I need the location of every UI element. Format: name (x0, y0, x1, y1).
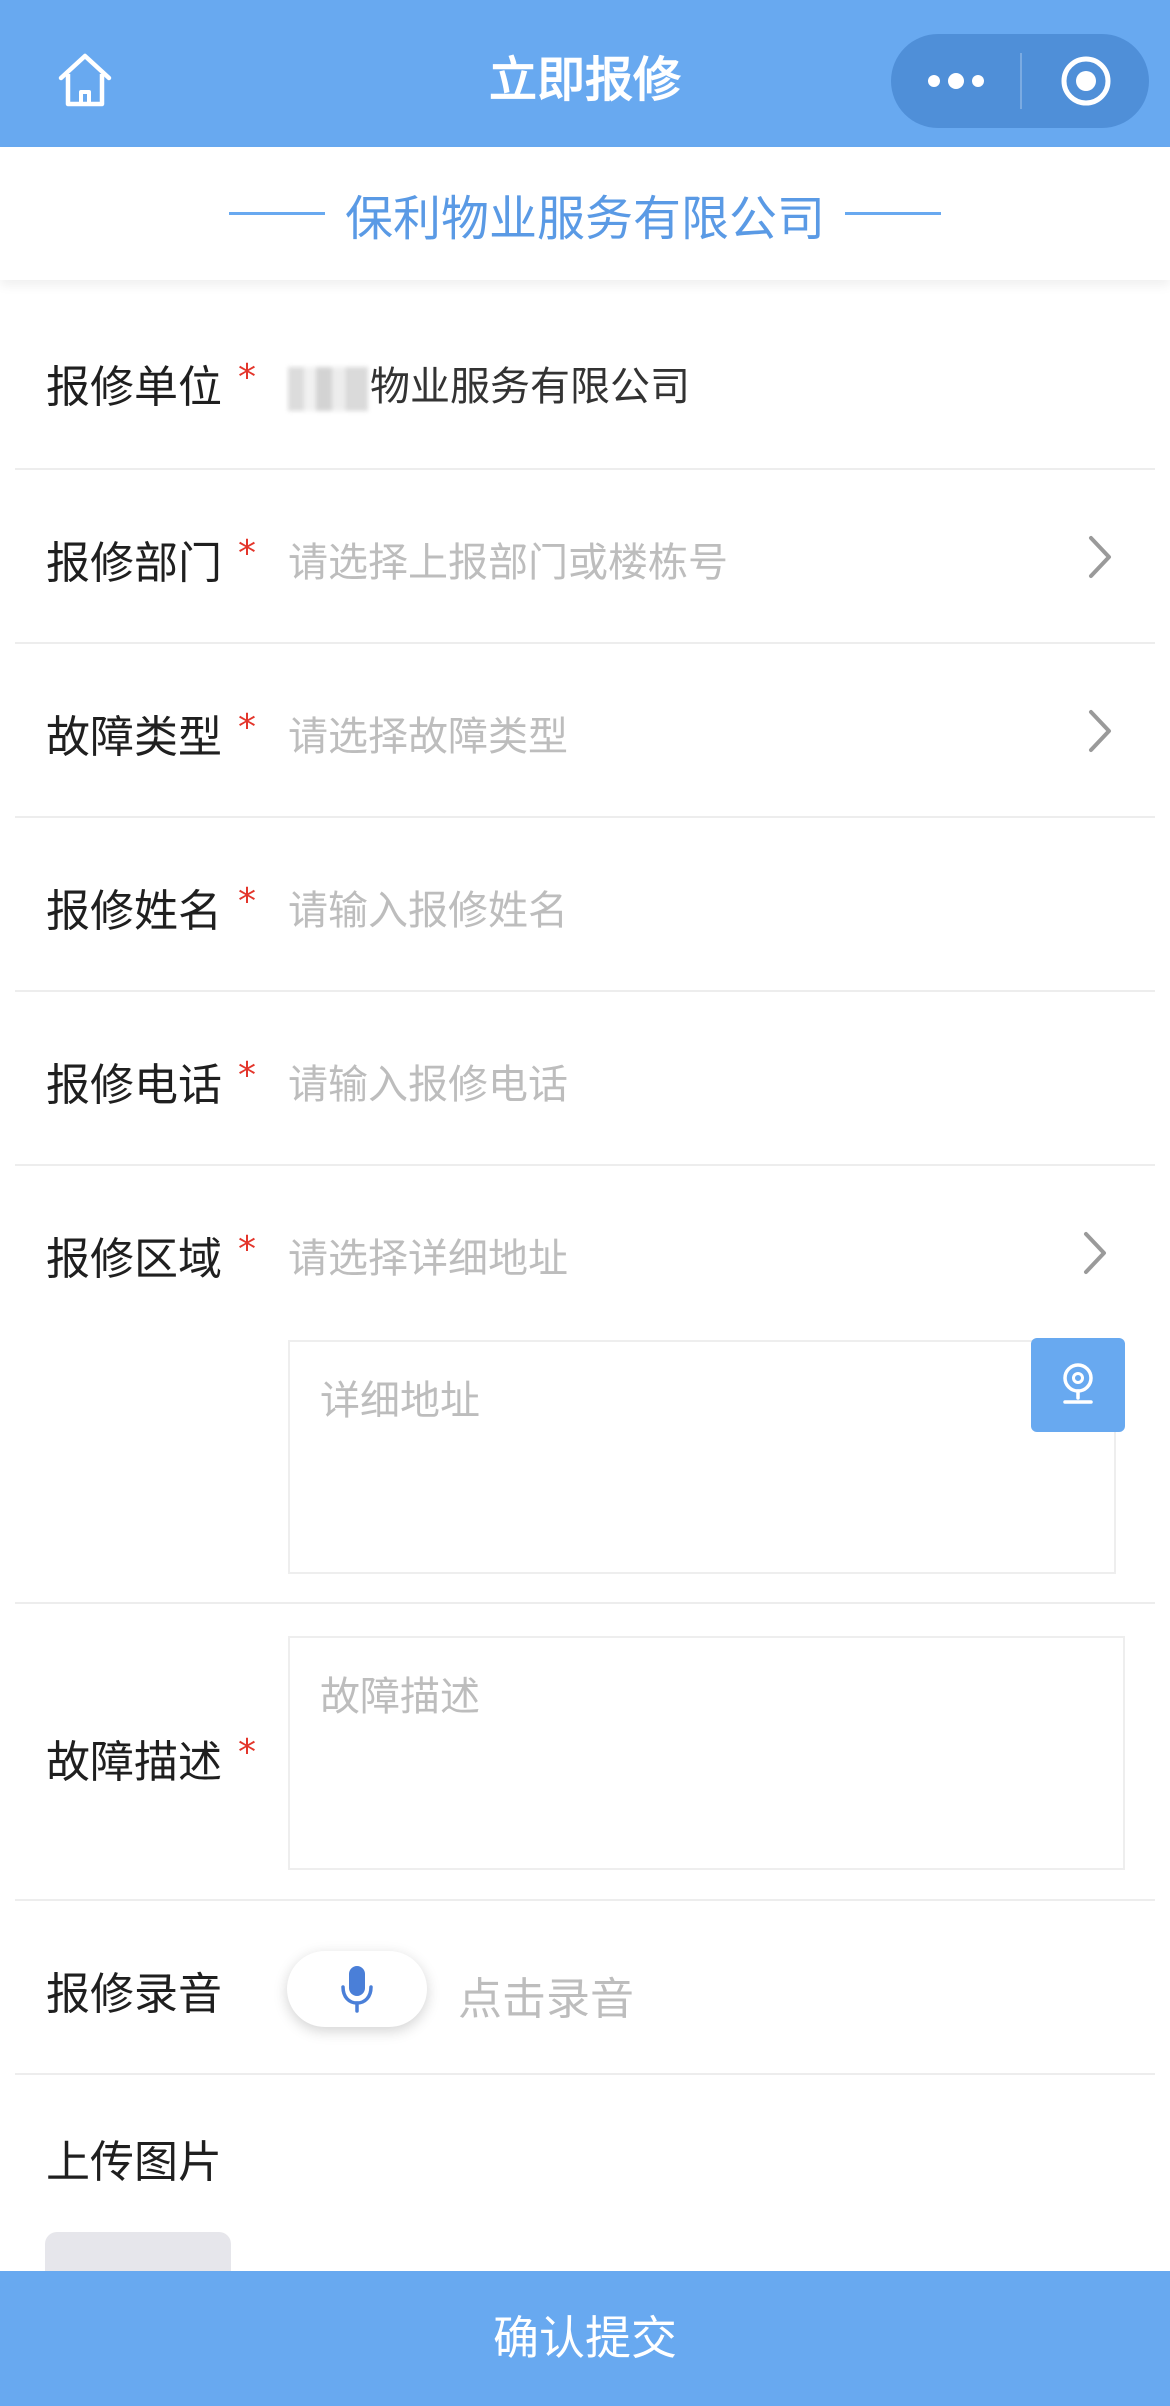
chevron-right-icon[interactable] (1080, 527, 1120, 587)
description-label: 故障描述 (46, 1737, 222, 1788)
required-mark: * (238, 357, 256, 398)
banner-right-line (845, 212, 941, 215)
name-input[interactable]: 请输入报修姓名 (288, 878, 568, 936)
form-row-fault-type[interactable]: 故障类型 * 请选择故障类型 (15, 644, 1155, 818)
unit-label: 报修单位 (46, 362, 222, 413)
phone-label: 报修电话 (46, 1060, 222, 1111)
department-select[interactable]: 请选择上报部门或楼栋号 (288, 530, 728, 588)
mini-program-capsule (891, 34, 1149, 128)
more-button[interactable] (891, 34, 1020, 128)
area-select[interactable]: 请选择详细地址 (288, 1226, 568, 1284)
form-row-description: 故障描述 * 故障描述 (15, 1604, 1155, 1901)
required-mark: * (238, 707, 256, 748)
recording-label: 报修录音 (46, 1969, 222, 2020)
name-label: 报修姓名 (46, 886, 222, 937)
upload-label: 上传图片 (46, 2137, 222, 2188)
chevron-right-icon[interactable] (1075, 1223, 1115, 1283)
form-row-area: 报修区域 * 请选择详细地址 详细地址 (15, 1166, 1155, 1604)
submit-button[interactable]: 确认提交 (0, 2271, 1170, 2406)
form-row-recording: 报修录音 点击录音 (15, 1901, 1155, 2075)
banner-left-line (228, 212, 325, 215)
chevron-right-icon[interactable] (1080, 701, 1120, 761)
required-mark: * (238, 1055, 256, 1096)
redacted-block (288, 367, 368, 411)
form-row-unit: 报修单位 * 物业服务有限公司 (15, 297, 1155, 470)
detail-address-textarea[interactable]: 详细地址 (288, 1340, 1116, 1574)
more-dots-icon (927, 73, 984, 89)
company-banner: 保利物业服务有限公司 (0, 147, 1170, 280)
required-mark: * (238, 533, 256, 574)
description-textarea[interactable]: 故障描述 (288, 1636, 1125, 1870)
location-pin-icon (1063, 1363, 1093, 1404)
fault-type-select[interactable]: 请选择故障类型 (288, 704, 568, 762)
form-row-department[interactable]: 报修部门 * 请选择上报部门或楼栋号 (15, 470, 1155, 644)
close-mini-program-button[interactable] (1022, 34, 1149, 128)
locate-button[interactable] (1031, 1338, 1125, 1432)
unit-value-wrap: 物业服务有限公司 (288, 354, 690, 412)
required-mark: * (238, 1229, 256, 1270)
unit-value: 物业服务有限公司 (370, 364, 690, 410)
target-circle-icon (1061, 56, 1110, 106)
area-label: 报修区域 (46, 1234, 222, 1285)
record-hint[interactable]: 点击录音 (458, 1963, 634, 2027)
required-mark: * (238, 881, 256, 922)
phone-input[interactable]: 请输入报修电话 (288, 1052, 568, 1110)
top-nav-bar: 立即报修 (0, 0, 1170, 147)
form-row-phone: 报修电话 * 请输入报修电话 (15, 992, 1155, 1166)
form-row-name: 报修姓名 * 请输入报修姓名 (15, 818, 1155, 992)
record-button[interactable] (287, 1951, 427, 2027)
required-mark: * (238, 1732, 256, 1773)
department-label: 报修部门 (46, 538, 222, 589)
fault-type-label: 故障类型 (46, 712, 222, 763)
company-name: 保利物业服务有限公司 (344, 190, 825, 247)
microphone-icon (341, 1966, 373, 2013)
